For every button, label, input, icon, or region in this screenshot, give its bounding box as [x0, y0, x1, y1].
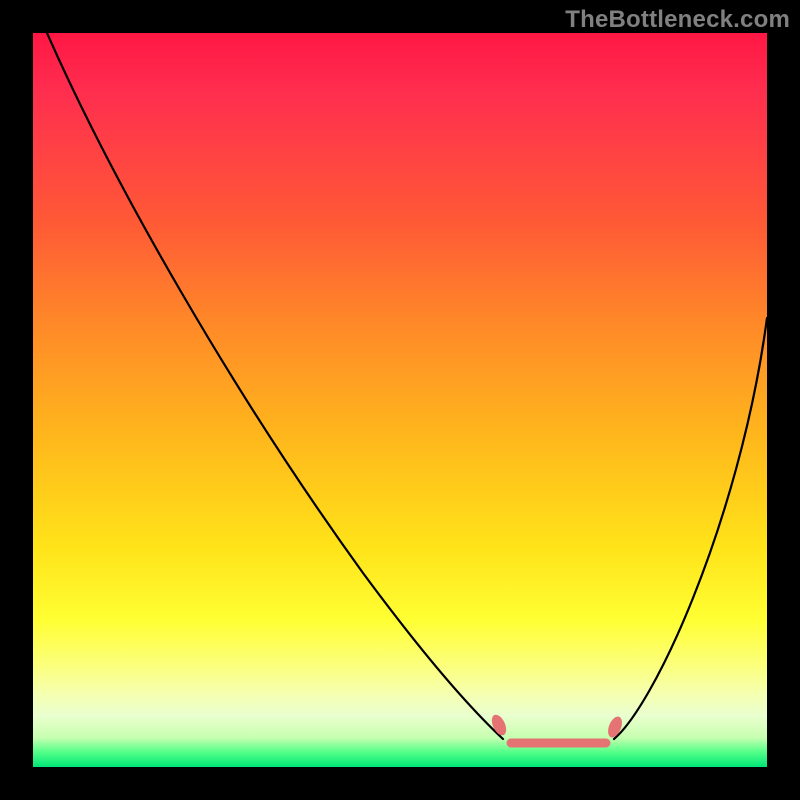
watermark-text: TheBottleneck.com — [565, 6, 790, 34]
left-curve — [47, 33, 503, 739]
plot-area — [33, 33, 767, 767]
right-curve — [614, 318, 767, 739]
curve-layer — [33, 33, 767, 767]
valley-right-cap-icon — [605, 715, 624, 740]
valley-left-cap-icon — [489, 712, 509, 737]
chart-frame: TheBottleneck.com — [0, 0, 800, 800]
